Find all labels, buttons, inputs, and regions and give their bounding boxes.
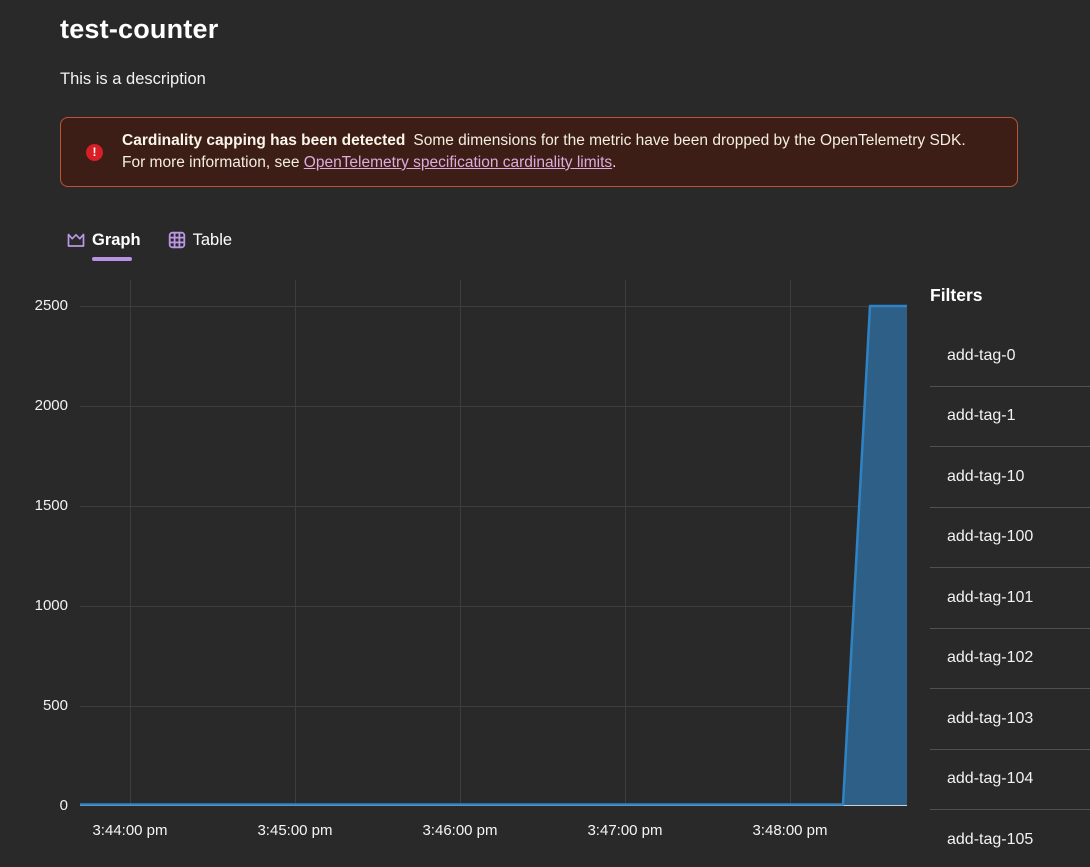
y-tick-label: 500	[0, 697, 68, 715]
filter-item-add-tag-100[interactable]: add-tag-100	[930, 508, 1090, 569]
plot-area[interactable]	[80, 280, 907, 806]
filter-item-add-tag-102[interactable]: add-tag-102	[930, 629, 1090, 690]
line-chart-icon	[66, 230, 86, 250]
filter-item-add-tag-10[interactable]: add-tag-10	[930, 447, 1090, 508]
filter-item-add-tag-0[interactable]: add-tag-0	[930, 326, 1090, 387]
x-tick-label: 3:47:00 pm	[560, 822, 690, 839]
x-tick-label: 3:48:00 pm	[725, 822, 855, 839]
banner-text: Cardinality capping has been detected Som…	[122, 130, 966, 174]
y-tick-label: 1000	[0, 597, 68, 615]
banner-line-2: For more information, see OpenTelemetry …	[122, 152, 966, 174]
view-tabs: Graph Table	[66, 226, 233, 261]
banner-line2-prefix: For more information, see	[122, 154, 304, 171]
x-tick-label: 3:44:00 pm	[65, 822, 195, 839]
tab-graph-label: Graph	[92, 231, 141, 250]
metric-chart: 2500 2000 1500 1000 500 0 3:44:00 pm 3:4…	[0, 270, 1090, 867]
tab-graph[interactable]: Graph	[66, 226, 141, 261]
filters-title: Filters	[930, 285, 1090, 306]
y-tick-label: 2500	[0, 297, 68, 315]
filter-item-add-tag-104[interactable]: add-tag-104	[930, 750, 1090, 811]
filter-item-add-tag-101[interactable]: add-tag-101	[930, 568, 1090, 629]
error-icon: !	[86, 144, 103, 161]
filter-item-add-tag-103[interactable]: add-tag-103	[930, 689, 1090, 750]
y-tick-label: 1500	[0, 497, 68, 515]
filter-list: add-tag-0 add-tag-1 add-tag-10 add-tag-1…	[930, 326, 1090, 867]
cardinality-warning-banner: ! Cardinality capping has been detected S…	[60, 117, 1018, 187]
tab-table[interactable]: Table	[167, 226, 233, 261]
x-tick-label: 3:46:00 pm	[395, 822, 525, 839]
y-tick-label: 2000	[0, 397, 68, 415]
filter-item-add-tag-105[interactable]: add-tag-105	[930, 810, 1090, 867]
filter-item-add-tag-1[interactable]: add-tag-1	[930, 387, 1090, 448]
banner-title: Cardinality capping has been detected	[122, 132, 405, 149]
cardinality-limits-link[interactable]: OpenTelemetry specification cardinality …	[304, 154, 612, 171]
series-area	[80, 280, 907, 806]
banner-line-1: Cardinality capping has been detected Som…	[122, 130, 966, 152]
tab-table-label: Table	[193, 231, 232, 250]
x-tick-label: 3:45:00 pm	[230, 822, 360, 839]
y-tick-label: 0	[0, 797, 68, 815]
page-title: test-counter	[60, 14, 218, 45]
page-description: This is a description	[60, 70, 206, 89]
filters-panel: Filters add-tag-0 add-tag-1 add-tag-10 a…	[930, 285, 1090, 867]
tab-graph-active-indicator	[92, 257, 132, 261]
banner-line2-suffix: .	[612, 154, 616, 171]
grid-icon	[167, 230, 187, 250]
banner-message: Some dimensions for the metric have been…	[413, 132, 965, 149]
